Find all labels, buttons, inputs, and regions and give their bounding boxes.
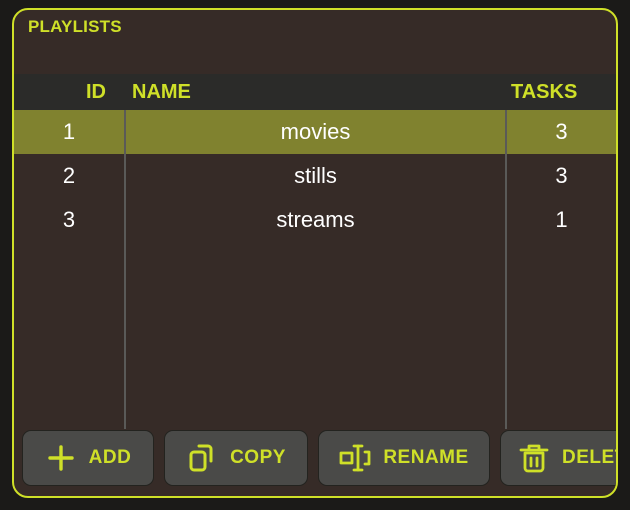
page-title: PLAYLISTS: [28, 17, 122, 36]
cell-name: movies: [280, 119, 351, 144]
table-header-row: ID NAME TASKS: [14, 74, 616, 110]
table-row[interactable]: 1 movies 3: [14, 110, 616, 154]
cell-id: 1: [62, 119, 76, 144]
table-row[interactable]: 2 stills 3: [14, 154, 616, 198]
rename-icon: [339, 442, 371, 474]
column-divider-name-tasks: [505, 110, 507, 429]
add-button[interactable]: ADD: [22, 430, 154, 486]
column-divider-id-name: [124, 110, 126, 429]
copy-button[interactable]: COPY: [164, 430, 308, 486]
cell-name: streams: [276, 207, 355, 232]
playlists-panel: PLAYLISTS ID NAME TASKS 1 movies 3 2 sti…: [12, 8, 618, 498]
table-row[interactable]: 3 streams 1: [14, 198, 616, 242]
column-header-id: ID: [86, 81, 106, 103]
copy-icon: [186, 442, 218, 474]
cell-id: 3: [62, 207, 76, 232]
column-header-name: NAME: [132, 81, 191, 103]
copy-button-label: COPY: [230, 447, 286, 468]
app-root: PLAYLISTS ID NAME TASKS 1 movies 3 2 sti…: [0, 0, 630, 510]
cell-name: stills: [294, 163, 337, 188]
cell-id: 2: [62, 163, 76, 188]
cell-tasks: 1: [555, 207, 568, 232]
playlists-table: ID NAME TASKS 1 movies 3 2 stills 3 3 st…: [14, 74, 616, 429]
trash-icon: [518, 442, 550, 474]
cell-tasks: 3: [555, 163, 568, 188]
plus-icon: [45, 442, 77, 474]
column-header-tasks: TASKS: [511, 81, 578, 103]
table-body: 1 movies 3 2 stills 3 3 streams 1: [14, 110, 616, 429]
cell-tasks: 3: [555, 119, 568, 144]
add-button-label: ADD: [88, 447, 132, 468]
rename-button[interactable]: RENAME: [318, 430, 490, 486]
rename-button-label: RENAME: [383, 447, 469, 468]
delete-button[interactable]: DELETE: [500, 430, 616, 486]
delete-button-label: DELETE: [562, 447, 616, 468]
toolbar: ADD COPY RENAME DELE: [22, 430, 616, 486]
